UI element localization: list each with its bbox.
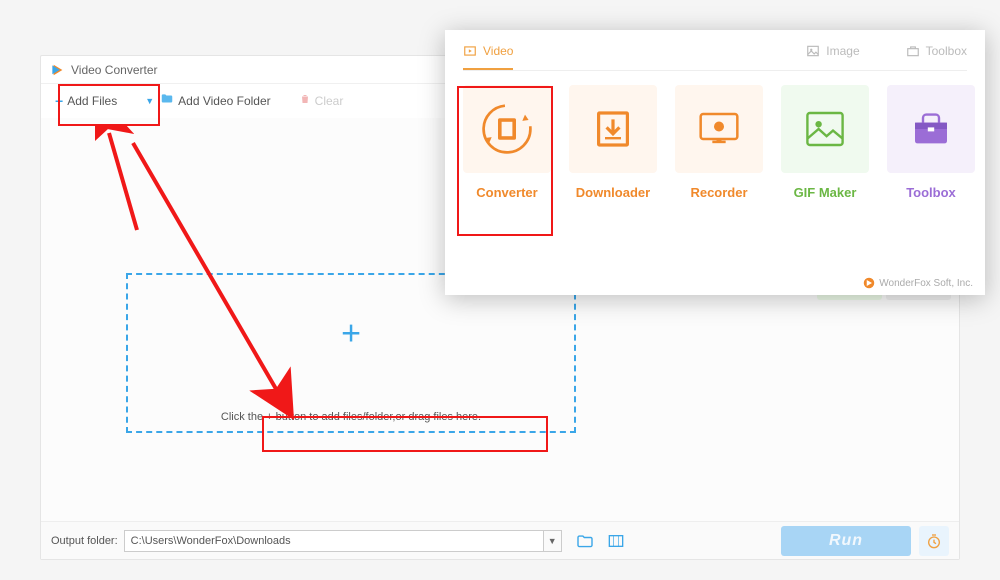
downloader-icon	[569, 85, 657, 173]
card-gifmaker[interactable]: GIF Maker	[781, 85, 869, 200]
card-label: Recorder	[675, 185, 763, 200]
clear-label: Clear	[315, 94, 344, 108]
popup-footer: WonderFox Soft, Inc.	[863, 277, 973, 289]
merge-icon[interactable]	[608, 534, 624, 548]
trash-icon	[299, 92, 311, 110]
card-label: GIF Maker	[781, 185, 869, 200]
popup-tabs: Video Image Toolbox	[445, 30, 985, 70]
module-popup: Video Image Toolbox Converter Downloader	[445, 30, 985, 295]
dropzone-hint: Click the + button to add files/folder,o…	[221, 411, 481, 423]
card-label: Downloader	[569, 185, 657, 200]
app-title: Video Converter	[71, 63, 158, 77]
plus-icon: +	[55, 93, 63, 109]
schedule-button[interactable]	[919, 526, 949, 556]
output-folder-input[interactable]	[124, 530, 544, 552]
tab-video[interactable]: Video	[463, 44, 513, 70]
output-folder-dropdown[interactable]: ▼	[544, 530, 562, 552]
run-label: Run	[829, 532, 863, 550]
popup-cards: Converter Downloader Recorder GIF Maker …	[445, 71, 985, 214]
dropzone[interactable]: + Click the + button to add files/folder…	[126, 273, 576, 433]
big-plus-icon: +	[341, 315, 361, 354]
converter-icon	[463, 85, 551, 173]
image-icon	[806, 44, 820, 58]
card-label: Converter	[463, 185, 551, 200]
tab-image[interactable]: Image	[806, 44, 859, 70]
card-toolbox[interactable]: Toolbox	[887, 85, 975, 200]
app-logo-icon	[51, 63, 65, 77]
open-folder-icon[interactable]	[576, 534, 594, 548]
toolbox-card-icon	[887, 85, 975, 173]
recorder-icon	[675, 85, 763, 173]
add-folder-button[interactable]: ▼ Add Video Folder	[131, 84, 284, 118]
folder-icon	[160, 92, 174, 111]
video-icon	[463, 44, 477, 58]
bottombar: Output folder: ▼ Run	[41, 521, 959, 559]
card-recorder[interactable]: Recorder	[675, 85, 763, 200]
card-downloader[interactable]: Downloader	[569, 85, 657, 200]
toolbox-icon	[906, 44, 920, 58]
tab-toolbox[interactable]: Toolbox	[906, 44, 967, 70]
clear-button[interactable]: Clear	[285, 84, 358, 118]
gifmaker-icon	[781, 85, 869, 173]
run-button[interactable]: Run	[781, 526, 911, 556]
add-files-button[interactable]: + Add Files	[41, 84, 131, 118]
card-converter[interactable]: Converter	[463, 85, 551, 200]
chevron-down-icon: ▼	[145, 96, 154, 106]
card-label: Toolbox	[887, 185, 975, 200]
output-folder-label: Output folder:	[51, 535, 118, 547]
add-files-label: Add Files	[67, 94, 117, 108]
add-folder-label: Add Video Folder	[178, 94, 271, 108]
